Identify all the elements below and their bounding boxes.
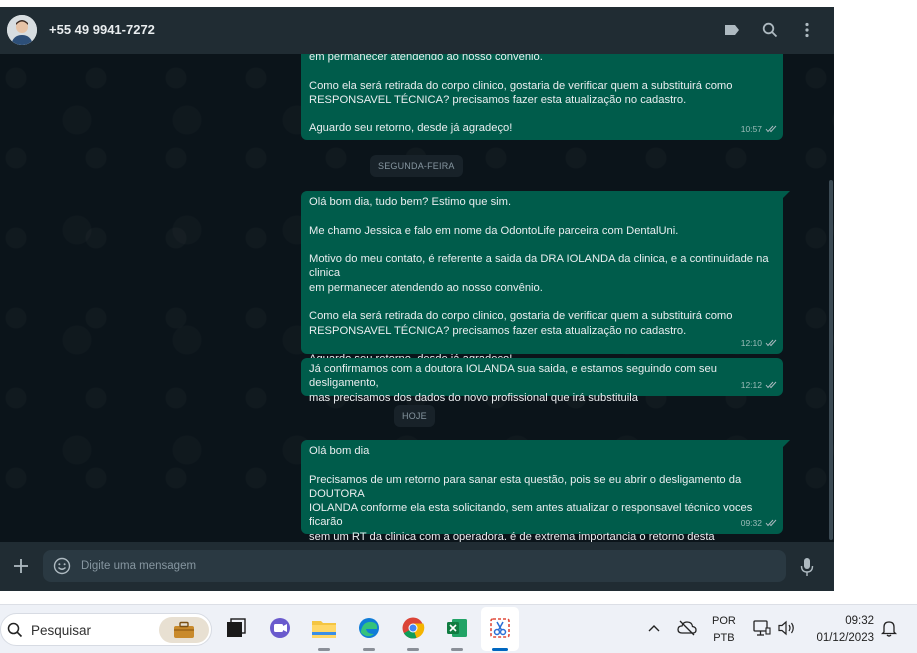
message-text: Olá bom dia Precisamos de um retorno par…	[309, 445, 753, 542]
double-check-icon	[765, 339, 777, 347]
cloud-offline-icon[interactable]	[675, 616, 699, 640]
chrome-icon[interactable]	[399, 614, 427, 642]
time-label: 09:32	[740, 517, 762, 528]
search-icon	[7, 622, 23, 638]
running-indicator	[407, 648, 419, 651]
clock-time: 09:32	[845, 615, 874, 627]
date-separator: HOJE	[394, 405, 435, 427]
double-check-icon	[765, 125, 777, 133]
time-label: 10:57	[740, 123, 762, 134]
clock-date: 01/12/2023	[816, 632, 874, 644]
message-time: 12:12	[741, 378, 777, 392]
system-clock[interactable]: 09:32 01/12/2023	[810, 613, 874, 647]
teams-icon[interactable]	[266, 614, 294, 642]
desktop-blank-area	[834, 0, 917, 604]
message-input-container[interactable]	[43, 550, 786, 582]
running-indicator	[363, 648, 375, 651]
message-bubble[interactable]: Olá bom dia, tudo bem? Estimo que sim. M…	[301, 191, 790, 365]
avatar[interactable]	[7, 15, 37, 45]
running-indicator	[451, 648, 463, 651]
contact-name[interactable]: +55 49 9941-7272	[49, 22, 155, 37]
taskbar: Pesquisar POR PTB 09:32 01/12/2023	[0, 604, 917, 653]
search-icon[interactable]	[760, 20, 780, 40]
message-input[interactable]	[81, 550, 771, 582]
message-text: em permanecer atendendo ao nosso convêni…	[309, 54, 733, 135]
network-icon[interactable]	[752, 617, 772, 639]
message-bubble[interactable]: em permanecer atendendo ao nosso convêni…	[301, 54, 783, 140]
whatsapp-chat-window: +55 49 9941-7272 em permanecer atendendo…	[0, 7, 834, 591]
label-icon[interactable]	[722, 20, 742, 40]
emoji-icon[interactable]	[53, 557, 71, 575]
message-text: Já confirmamos com a doutora IOLANDA sua…	[309, 363, 717, 404]
message-bubble[interactable]: Olá bom dia Precisamos de um retorno par…	[301, 440, 790, 542]
attach-plus-icon[interactable]	[12, 557, 30, 575]
top-strip	[0, 0, 834, 7]
file-explorer-icon[interactable]	[310, 614, 338, 642]
chat-header[interactable]: +55 49 9941-7272	[0, 7, 834, 54]
search-label: Pesquisar	[31, 623, 92, 638]
excel-icon[interactable]	[443, 614, 471, 642]
more-vert-icon[interactable]	[797, 20, 817, 40]
microphone-icon[interactable]	[799, 557, 815, 577]
snipping-tool-icon[interactable]	[486, 614, 514, 642]
task-view-icon[interactable]	[222, 614, 250, 642]
message-list[interactable]: em permanecer atendendo ao nosso convêni…	[0, 54, 834, 542]
input-language[interactable]: POR PTB	[712, 613, 736, 647]
double-check-icon	[765, 519, 777, 527]
lang-line1: POR	[712, 615, 736, 627]
lang-line2: PTB	[713, 632, 735, 644]
time-label: 12:12	[740, 379, 762, 390]
time-label: 12:10	[740, 337, 762, 348]
message-composer	[0, 542, 834, 591]
message-time: 12:10	[741, 336, 777, 350]
notification-bell-icon[interactable]	[879, 617, 899, 639]
message-time: 10:57	[741, 122, 777, 136]
message-text: Olá bom dia, tudo bem? Estimo que sim. M…	[309, 196, 769, 365]
running-indicator	[318, 648, 330, 651]
screen: +55 49 9941-7272 em permanecer atendendo…	[0, 0, 917, 653]
chevron-up-icon[interactable]	[642, 616, 666, 640]
taskbar-search[interactable]: Pesquisar	[0, 613, 212, 646]
message-time: 09:32	[741, 516, 777, 530]
volume-icon[interactable]	[776, 617, 798, 639]
briefcase-icon[interactable]	[159, 617, 209, 643]
message-bubble[interactable]: Já confirmamos com a doutora IOLANDA sua…	[301, 358, 783, 404]
double-check-icon	[765, 381, 777, 389]
edge-icon[interactable]	[355, 614, 383, 642]
date-separator: SEGUNDA-FEIRA	[370, 155, 463, 177]
active-indicator	[492, 648, 508, 651]
scrollbar[interactable]	[829, 180, 833, 540]
